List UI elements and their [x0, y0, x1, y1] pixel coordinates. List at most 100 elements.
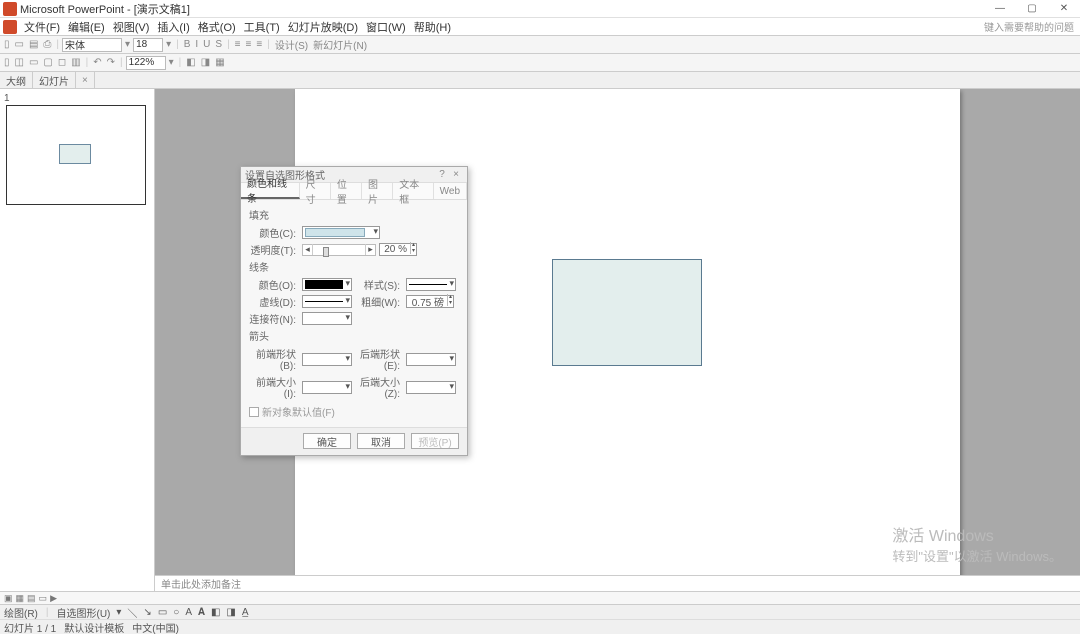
notes-pane[interactable]: 单击此处添加备注	[155, 575, 1080, 591]
view-normal-icon[interactable]: ▣	[4, 593, 13, 604]
close-pane-button[interactable]: ×	[76, 72, 95, 88]
menu-file[interactable]: 文件(F)	[20, 19, 64, 35]
view-switcher[interactable]: ▣ ▦ ▤ ▭ ▶	[0, 591, 1080, 604]
view-slideshow-icon[interactable]: ▶	[50, 593, 57, 604]
transparency-slider[interactable]: ◂▸	[302, 244, 376, 256]
thumbnail-shape	[59, 144, 91, 164]
tb-new-icon[interactable]: ▯	[2, 39, 12, 50]
panel-tab-strip: 大纲 幻灯片 ×	[0, 72, 1080, 89]
connector-select[interactable]	[302, 312, 352, 325]
tb-italic-icon[interactable]: I	[193, 39, 200, 50]
begin-size-label: 前端大小(I):	[249, 374, 299, 400]
font-select[interactable]: 宋体	[62, 38, 122, 52]
rect-tool-icon[interactable]: ▭	[158, 607, 167, 618]
wordart-tool-icon[interactable]: 𝐀	[198, 607, 205, 618]
tab-textbox[interactable]: 文本框	[393, 183, 433, 199]
slides-tab[interactable]: 幻灯片	[33, 72, 76, 88]
maximize-button[interactable]: ▢	[1016, 0, 1048, 18]
slide-thumbnail-1[interactable]	[6, 105, 146, 205]
dialog-close-button[interactable]: ×	[449, 169, 463, 180]
end-shape-select[interactable]	[406, 353, 456, 366]
fill-color-label: 颜色(C):	[249, 225, 299, 240]
end-size-label: 后端大小(Z):	[355, 374, 403, 400]
dialog-help-button[interactable]: ?	[435, 169, 449, 180]
linecolor-tool-icon[interactable]: ◨	[226, 607, 235, 618]
tab-picture[interactable]: 图片	[362, 183, 393, 199]
connector-label: 连接符(N):	[249, 311, 299, 326]
tb-underline-icon[interactable]: U	[201, 39, 212, 50]
menu-view[interactable]: 视图(V)	[109, 19, 154, 35]
preview-button[interactable]: 预览(P)	[411, 433, 459, 449]
minimize-button[interactable]: —	[984, 0, 1016, 18]
view-notes-icon[interactable]: ▤	[27, 593, 36, 604]
weight-value[interactable]: 0.75 磅	[406, 295, 454, 308]
tab-position[interactable]: 位置	[331, 183, 362, 199]
formatting-toolbar: ▯◫▭ ▢◻▥ | ↶↷ | 122% ▾ | ◧◨▦	[0, 54, 1080, 72]
window-title: Microsoft PowerPoint - [演示文稿1]	[20, 1, 984, 17]
menu-help[interactable]: 帮助(H)	[410, 19, 455, 35]
tb-shadow-icon[interactable]: S	[213, 39, 224, 50]
template-name: 默认设计模板	[64, 620, 124, 635]
language: 中文(中国)	[132, 620, 179, 635]
fillcolor-tool-icon[interactable]: ◧	[211, 607, 220, 618]
drawing-toolbar: 绘图(R) | 自选图形(U) ▾ ＼ ↘ ▭ ○ A 𝐀 ◧ ◨ A̲	[0, 604, 1080, 619]
tb-save-icon[interactable]: ▤	[27, 39, 40, 50]
tb-newslide[interactable]: 新幻灯片(N)	[311, 37, 369, 52]
checkbox-icon	[249, 407, 259, 417]
draw-menu[interactable]: 绘图(R)	[4, 605, 38, 620]
font-size-select[interactable]: 18	[133, 38, 163, 52]
outline-tab[interactable]: 大纲	[0, 72, 33, 88]
begin-shape-select[interactable]	[302, 353, 352, 366]
fontcolor-tool-icon[interactable]: A̲	[242, 607, 249, 618]
tb-open-icon[interactable]: ▭	[13, 39, 26, 50]
tab-size[interactable]: 尺寸	[300, 183, 331, 199]
line-section-header: 线条	[249, 259, 459, 274]
tab-colors-lines[interactable]: 颜色和线条	[241, 183, 300, 199]
arrow-tool-icon[interactable]: ↘	[143, 607, 151, 618]
menu-slideshow[interactable]: 幻灯片放映(D)	[284, 19, 362, 35]
transparency-value[interactable]: 20 %	[379, 243, 417, 256]
line-color-select[interactable]	[302, 278, 352, 291]
begin-size-select[interactable]	[302, 381, 352, 394]
status-bar: 幻灯片 1 / 1 默认设计模板 中文(中国)	[0, 619, 1080, 634]
menu-tools[interactable]: 工具(T)	[240, 19, 284, 35]
title-bar: Microsoft PowerPoint - [演示文稿1] — ▢ ✕	[0, 0, 1080, 18]
menu-edit[interactable]: 编辑(E)	[64, 19, 109, 35]
main-area: 1 单击此处添加备注 激活 Windows 转到"设置"以激活 Windows。	[0, 89, 1080, 591]
cancel-button[interactable]: 取消	[357, 433, 405, 449]
dash-select[interactable]	[302, 295, 352, 308]
ask-help-box[interactable]: 键入需要帮助的问题	[984, 19, 1080, 34]
thumbnail-panel: 1	[0, 89, 155, 591]
begin-shape-label: 前端形状(B):	[249, 346, 299, 372]
menu-window[interactable]: 窗口(W)	[362, 19, 410, 35]
line-style-select[interactable]	[406, 278, 456, 291]
menu-insert[interactable]: 插入(I)	[153, 19, 193, 35]
fill-color-select[interactable]	[302, 226, 380, 239]
dialog-tabs: 颜色和线条 尺寸 位置 图片 文本框 Web	[241, 183, 467, 200]
end-size-select[interactable]	[406, 381, 456, 394]
view-sorter-icon[interactable]: ▦	[16, 593, 25, 604]
doc-icon	[3, 20, 17, 34]
view-reading-icon[interactable]: ▭	[39, 593, 48, 604]
slide-counter: 幻灯片 1 / 1	[4, 620, 56, 635]
menu-format[interactable]: 格式(O)	[194, 19, 240, 35]
default-for-new-checkbox[interactable]: 新对象默认值(F)	[249, 404, 459, 419]
format-autoshape-dialog: 设置自选图形格式 ? × 颜色和线条 尺寸 位置 图片 文本框 Web 填充 颜…	[240, 166, 468, 456]
tab-web[interactable]: Web	[434, 183, 467, 199]
arrow-section-header: 箭头	[249, 328, 459, 343]
rectangle-shape[interactable]	[552, 259, 702, 366]
zoom-select[interactable]: 122%	[126, 56, 166, 70]
oval-tool-icon[interactable]: ○	[173, 607, 179, 618]
close-button[interactable]: ✕	[1048, 0, 1080, 18]
textbox-tool-icon[interactable]: A	[185, 607, 192, 618]
standard-toolbar: ▯ ▭ ▤ ⎙ | 宋体 ▾ 18 ▾ | B I U S | ≡≡≡ | 设计…	[0, 36, 1080, 54]
menu-bar: 文件(F) 编辑(E) 视图(V) 插入(I) 格式(O) 工具(T) 幻灯片放…	[0, 18, 1080, 36]
line-style-label: 样式(S):	[355, 277, 403, 292]
ok-button[interactable]: 确定	[303, 433, 351, 449]
autoshapes-menu[interactable]: 自选图形(U)	[57, 605, 111, 620]
line-tool-icon[interactable]: ＼	[127, 605, 137, 620]
tb-print-icon[interactable]: ⎙	[41, 39, 53, 50]
tb-bold-icon[interactable]: B	[182, 39, 193, 50]
app-icon	[3, 2, 17, 16]
tb-design[interactable]: 设计(S)	[273, 37, 310, 52]
